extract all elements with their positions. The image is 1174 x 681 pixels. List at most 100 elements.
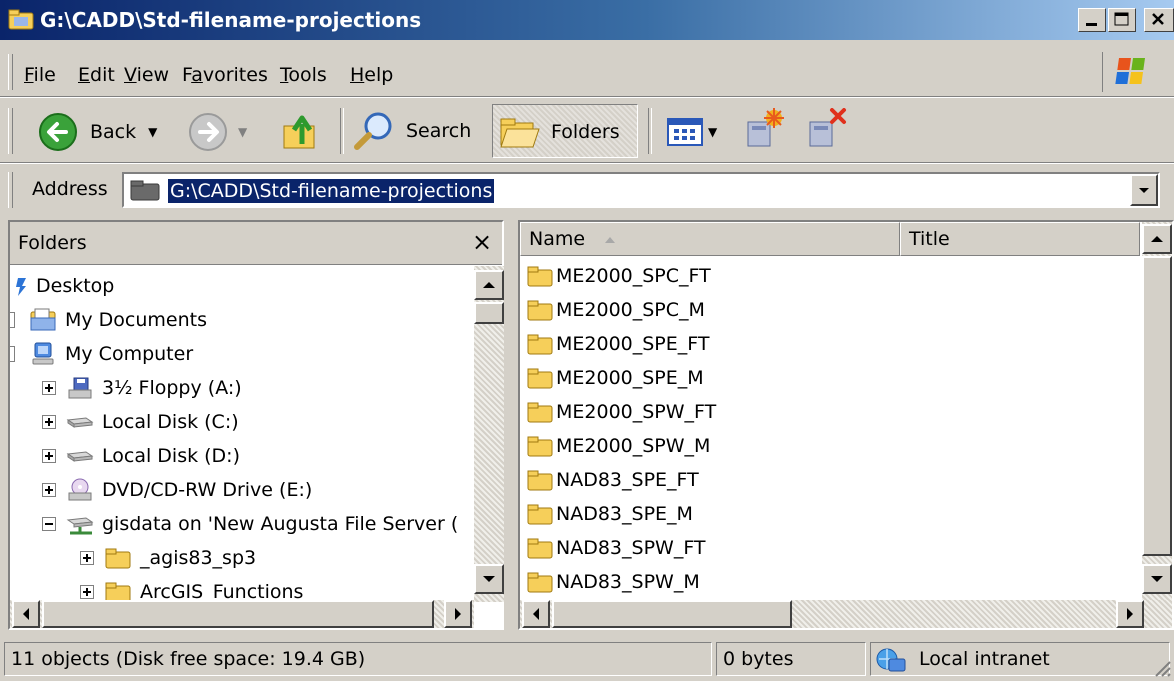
scroll-right-button[interactable] <box>1116 600 1144 628</box>
folder-icon <box>526 400 554 424</box>
folder-icon <box>526 536 554 560</box>
address-dropdown-button[interactable] <box>1130 174 1158 206</box>
folder-icon <box>526 366 554 390</box>
expand-icon[interactable] <box>42 381 56 395</box>
column-header-title[interactable]: Title <box>900 222 1140 256</box>
file-list[interactable]: ME2000_SPC_FT ME2000_SPC_M ME2000_SPE_FT… <box>520 256 1140 598</box>
file-row[interactable]: ME2000_SPC_FT <box>526 260 711 292</box>
tree-item-local-disk-c[interactable]: Local Disk (C:) <box>42 406 239 438</box>
scroll-up-button[interactable] <box>1142 224 1172 254</box>
expand-icon[interactable] <box>42 449 56 463</box>
search-button[interactable]: Search <box>352 110 471 152</box>
menu-view[interactable]: View <box>124 64 169 86</box>
tree-item-desktop[interactable]: Desktop <box>14 270 114 302</box>
views-button[interactable]: ▼ <box>666 114 717 150</box>
file-name: ME2000_SPC_M <box>556 299 705 321</box>
tree-item-agis83[interactable]: _agis83_sp3 <box>80 542 256 574</box>
maximize-icon <box>1114 12 1129 26</box>
maximize-button[interactable] <box>1108 8 1136 32</box>
menu-tools[interactable]: Tools <box>280 64 327 86</box>
tree-item-floppy[interactable]: 3½ Floppy (A:) <box>42 372 242 404</box>
menu-grip[interactable] <box>8 54 13 90</box>
search-icon <box>354 112 392 150</box>
menu-help[interactable]: Help <box>350 64 393 86</box>
views-dropdown-icon[interactable]: ▼ <box>708 125 717 139</box>
back-dropdown-icon[interactable]: ▼ <box>148 125 157 139</box>
close-icon[interactable]: × <box>472 228 492 256</box>
title-bar[interactable]: G:\CADD\Std-filename-projections <box>0 0 1174 40</box>
folders-button[interactable]: Folders <box>492 104 638 158</box>
tree-item-my-computer[interactable]: My Computer <box>10 338 193 370</box>
scroll-left-button[interactable] <box>12 600 40 628</box>
expand-icon[interactable] <box>42 415 56 429</box>
arrow-down-icon <box>483 576 495 582</box>
tree-item-local-disk-d[interactable]: Local Disk (D:) <box>42 440 240 472</box>
forward-button[interactable]: ▼ <box>188 112 247 152</box>
expand-icon[interactable] <box>80 551 94 565</box>
folders-vertical-scrollbar[interactable] <box>474 266 504 602</box>
address-grip[interactable] <box>8 172 13 208</box>
folder-icon <box>526 298 554 322</box>
hard-disk-icon <box>66 410 94 434</box>
folder-tree[interactable]: Desktop My Documents My Computer 3½ Flop… <box>10 266 474 602</box>
file-row[interactable]: NAD83_SPE_FT <box>526 464 699 496</box>
expander-icon[interactable] <box>10 312 15 328</box>
menu-favorites[interactable]: Favorites <box>182 64 268 86</box>
resize-grip-icon[interactable] <box>1152 658 1172 678</box>
forward-dropdown-icon[interactable]: ▼ <box>238 125 247 139</box>
sort-ascending-icon <box>605 237 616 243</box>
scroll-down-button[interactable] <box>1142 564 1172 594</box>
toolbar-grip[interactable] <box>8 108 13 154</box>
close-button[interactable] <box>1144 8 1174 32</box>
folders-label: Folders <box>551 121 620 143</box>
scroll-left-button[interactable] <box>522 600 550 628</box>
menu-file[interactable]: File <box>24 64 56 86</box>
status-size: 0 bytes <box>716 642 866 676</box>
tree-item-label: Local Disk (D:) <box>102 445 240 467</box>
address-input[interactable]: G:\CADD\Std-filename-projections <box>122 172 1160 208</box>
tree-item-my-documents[interactable]: My Documents <box>10 304 207 336</box>
tree-item-arcgis-functions[interactable]: ArcGIS_Functions <box>80 576 303 602</box>
expand-icon[interactable] <box>80 585 94 599</box>
back-button[interactable]: Back ▼ <box>38 112 157 152</box>
file-row[interactable]: NAD83_SPE_M <box>526 498 693 530</box>
scroll-thumb[interactable] <box>42 600 434 628</box>
files-vertical-scrollbar[interactable] <box>1142 222 1172 600</box>
scroll-thumb[interactable] <box>474 302 504 324</box>
scroll-down-button[interactable] <box>474 564 504 594</box>
scroll-up-button[interactable] <box>474 270 504 300</box>
menu-help-label: Help <box>350 64 394 86</box>
disconnect-drive-button[interactable] <box>804 108 848 152</box>
folder-icon[interactable] <box>8 8 34 30</box>
expand-icon[interactable] <box>42 483 56 497</box>
tree-item-label: ArcGIS_Functions <box>140 581 304 602</box>
folders-horizontal-scrollbar[interactable] <box>10 600 474 628</box>
tree-item-dvd-drive[interactable]: DVD/CD-RW Drive (E:) <box>42 474 312 506</box>
file-row[interactable]: ME2000_SPW_FT <box>526 396 716 428</box>
collapse-icon[interactable] <box>42 517 56 531</box>
file-row[interactable]: ME2000_SPC_M <box>526 294 705 326</box>
scroll-thumb[interactable] <box>552 600 792 628</box>
menu-edit[interactable]: Edit <box>78 64 115 86</box>
tree-item-label: gisdata on 'New Augusta File Server ( <box>102 513 459 535</box>
file-row[interactable]: ME2000_SPE_FT <box>526 328 709 360</box>
map-network-drive-button[interactable] <box>742 108 786 152</box>
file-row[interactable]: NAD83_SPW_FT <box>526 532 706 564</box>
status-zone: Local intranet <box>870 642 1170 676</box>
scroll-right-button[interactable] <box>444 600 472 628</box>
scroll-thumb[interactable] <box>1142 256 1172 556</box>
files-horizontal-scrollbar[interactable] <box>520 600 1172 628</box>
file-row[interactable]: NAD83_SPW_M <box>526 566 700 598</box>
file-name: NAD83_SPE_M <box>556 503 693 525</box>
up-folder-button[interactable] <box>282 110 322 152</box>
address-text[interactable]: G:\CADD\Std-filename-projections <box>168 179 495 203</box>
folder-icon <box>526 434 554 458</box>
expander-icon[interactable] <box>10 346 15 362</box>
tree-item-gisdata[interactable]: gisdata on 'New Augusta File Server ( <box>42 508 458 540</box>
forward-arrow-icon <box>189 113 227 151</box>
column-header-name[interactable]: Name <box>520 222 900 256</box>
minimize-button[interactable] <box>1078 8 1106 32</box>
file-row[interactable]: ME2000_SPE_M <box>526 362 704 394</box>
file-name: NAD83_SPW_FT <box>556 537 706 559</box>
file-row[interactable]: ME2000_SPW_M <box>526 430 710 462</box>
